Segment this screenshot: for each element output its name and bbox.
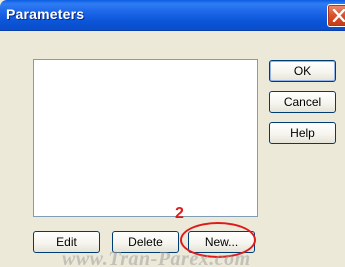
dialog-title: Parameters [6, 6, 85, 22]
parameters-list[interactable] [33, 59, 258, 217]
step-number-label: 2 [175, 205, 184, 222]
ok-button[interactable]: OK [269, 60, 336, 82]
cancel-button[interactable]: Cancel [269, 91, 336, 113]
watermark-text: www.Tran-Parex.com [62, 248, 251, 267]
help-button[interactable]: Help [269, 122, 336, 144]
close-icon [332, 9, 345, 22]
close-button[interactable] [327, 4, 345, 27]
parameters-dialog: Parameters OK Cancel Help Edit Delete Ne… [0, 0, 345, 267]
title-bar[interactable]: Parameters [0, 0, 345, 31]
